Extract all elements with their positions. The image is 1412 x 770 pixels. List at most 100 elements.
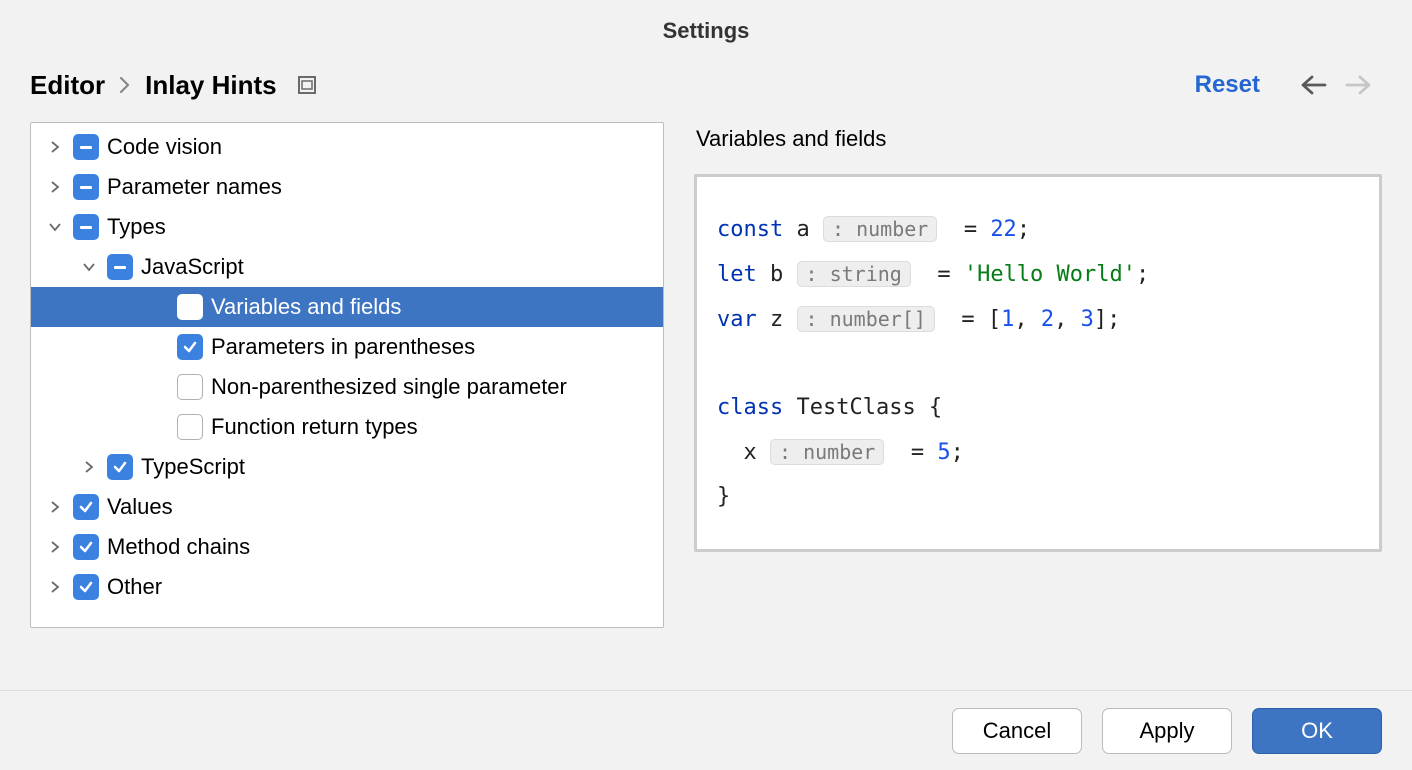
code-token	[757, 262, 770, 287]
apply-button[interactable]: Apply	[1102, 708, 1232, 754]
code-token: 2	[1041, 307, 1054, 332]
code-token: 'Hello World'	[964, 262, 1136, 287]
chevron-right-icon[interactable]	[45, 497, 65, 517]
tree-label: Parameter names	[107, 174, 282, 200]
tree-item-variables-and-fields[interactable]: Variables and fields	[31, 287, 663, 327]
tree-label: Variables and fields	[211, 294, 401, 320]
code-token: =	[911, 440, 938, 465]
chevron-down-icon[interactable]	[79, 257, 99, 277]
code-token: b	[770, 262, 797, 287]
tree-label: Non-parenthesized single parameter	[211, 374, 567, 400]
cancel-button[interactable]: Cancel	[952, 708, 1082, 754]
breadcrumb: Editor Inlay Hints	[30, 70, 277, 101]
tree-label: Parameters in parentheses	[211, 334, 475, 360]
code-token: 5	[937, 440, 950, 465]
chevron-right-icon[interactable]	[45, 577, 65, 597]
code-token	[757, 307, 770, 332]
checkbox-checked[interactable]	[73, 574, 99, 600]
code-token: class	[717, 395, 783, 420]
code-token: z	[770, 307, 797, 332]
code-token: ,	[1014, 307, 1041, 332]
tree-item-method-chains[interactable]: Method chains	[31, 527, 663, 567]
code-token: x	[744, 440, 771, 465]
chevron-right-icon[interactable]	[79, 457, 99, 477]
window-title: Settings	[0, 0, 1412, 54]
code-token: ;	[1017, 217, 1030, 242]
code-token: 3	[1081, 307, 1094, 332]
chevron-down-icon[interactable]	[45, 217, 65, 237]
checkbox-checked[interactable]	[73, 534, 99, 560]
code-token	[783, 395, 796, 420]
code-preview: const a : number = 22; let b : string = …	[694, 174, 1382, 552]
tree-label: Method chains	[107, 534, 250, 560]
code-token: a	[796, 217, 823, 242]
code-token	[884, 440, 911, 465]
expand-window-icon[interactable]	[297, 75, 317, 95]
code-token: ];	[1094, 307, 1121, 332]
tree-item-typescript[interactable]: TypeScript	[31, 447, 663, 487]
chevron-right-icon	[119, 77, 131, 93]
forward-arrow-icon[interactable]	[1342, 68, 1376, 102]
tree-item-other[interactable]: Other	[31, 567, 663, 607]
tree-item-parameters-in-parentheses[interactable]: Parameters in parentheses	[31, 327, 663, 367]
tree-label: TypeScript	[141, 454, 245, 480]
tree-label: JavaScript	[141, 254, 244, 280]
checkbox-checked[interactable]	[177, 334, 203, 360]
chevron-right-icon[interactable]	[45, 537, 65, 557]
code-token: const	[717, 217, 783, 242]
inlay-hint: : string	[797, 261, 911, 287]
tree-label: Function return types	[211, 414, 418, 440]
checkbox-unchecked[interactable]	[177, 294, 203, 320]
code-token: let	[717, 262, 757, 287]
code-token: 1	[1001, 307, 1014, 332]
code-token: TestClass {	[796, 395, 942, 420]
tree-label: Code vision	[107, 134, 222, 160]
checkbox-checked[interactable]	[107, 454, 133, 480]
code-token	[783, 217, 796, 242]
tree-item-code-vision[interactable]: Code vision	[31, 127, 663, 167]
tree-item-javascript[interactable]: JavaScript	[31, 247, 663, 287]
inlay-hint: : number	[770, 439, 884, 465]
tree-item-values[interactable]: Values	[31, 487, 663, 527]
checkbox-indeterminate[interactable]	[73, 174, 99, 200]
code-token: =	[964, 217, 991, 242]
tree-label: Types	[107, 214, 166, 240]
tree-label: Values	[107, 494, 173, 520]
checkbox-unchecked[interactable]	[177, 414, 203, 440]
breadcrumb-parent[interactable]: Editor	[30, 70, 105, 101]
inlay-hint: : number[]	[797, 306, 935, 332]
checkbox-unchecked[interactable]	[177, 374, 203, 400]
preview-panel: Variables and fields const a : number = …	[694, 122, 1382, 628]
preview-title: Variables and fields	[694, 122, 1382, 174]
code-token: var	[717, 307, 757, 332]
checkbox-indeterminate[interactable]	[73, 214, 99, 240]
code-token: 22	[990, 217, 1017, 242]
code-token: ;	[1136, 262, 1149, 287]
code-token: ,	[1054, 307, 1081, 332]
inlay-hint: : number	[823, 216, 937, 242]
code-token	[911, 262, 938, 287]
code-token: ;	[951, 440, 964, 465]
back-arrow-icon[interactable]	[1296, 68, 1330, 102]
header-row: Editor Inlay Hints Reset	[0, 54, 1412, 122]
chevron-right-icon[interactable]	[45, 177, 65, 197]
checkbox-indeterminate[interactable]	[73, 134, 99, 160]
code-token	[937, 217, 964, 242]
checkbox-indeterminate[interactable]	[107, 254, 133, 280]
code-token: }	[717, 484, 730, 509]
code-token	[717, 440, 744, 465]
code-token: = [	[961, 307, 1001, 332]
breadcrumb-current: Inlay Hints	[145, 70, 276, 101]
tree-item-function-return-types[interactable]: Function return types	[31, 407, 663, 447]
reset-button[interactable]: Reset	[1195, 71, 1260, 99]
tree-item-parameter-names[interactable]: Parameter names	[31, 167, 663, 207]
checkbox-checked[interactable]	[73, 494, 99, 520]
settings-tree: Code vision Parameter names Types JavaSc…	[30, 122, 664, 628]
ok-button[interactable]: OK	[1252, 708, 1382, 754]
chevron-right-icon[interactable]	[45, 137, 65, 157]
tree-item-types[interactable]: Types	[31, 207, 663, 247]
code-token: =	[937, 262, 964, 287]
footer: Cancel Apply OK	[0, 690, 1412, 770]
tree-label: Other	[107, 574, 162, 600]
tree-item-non-parenthesized-single-parameter[interactable]: Non-parenthesized single parameter	[31, 367, 663, 407]
